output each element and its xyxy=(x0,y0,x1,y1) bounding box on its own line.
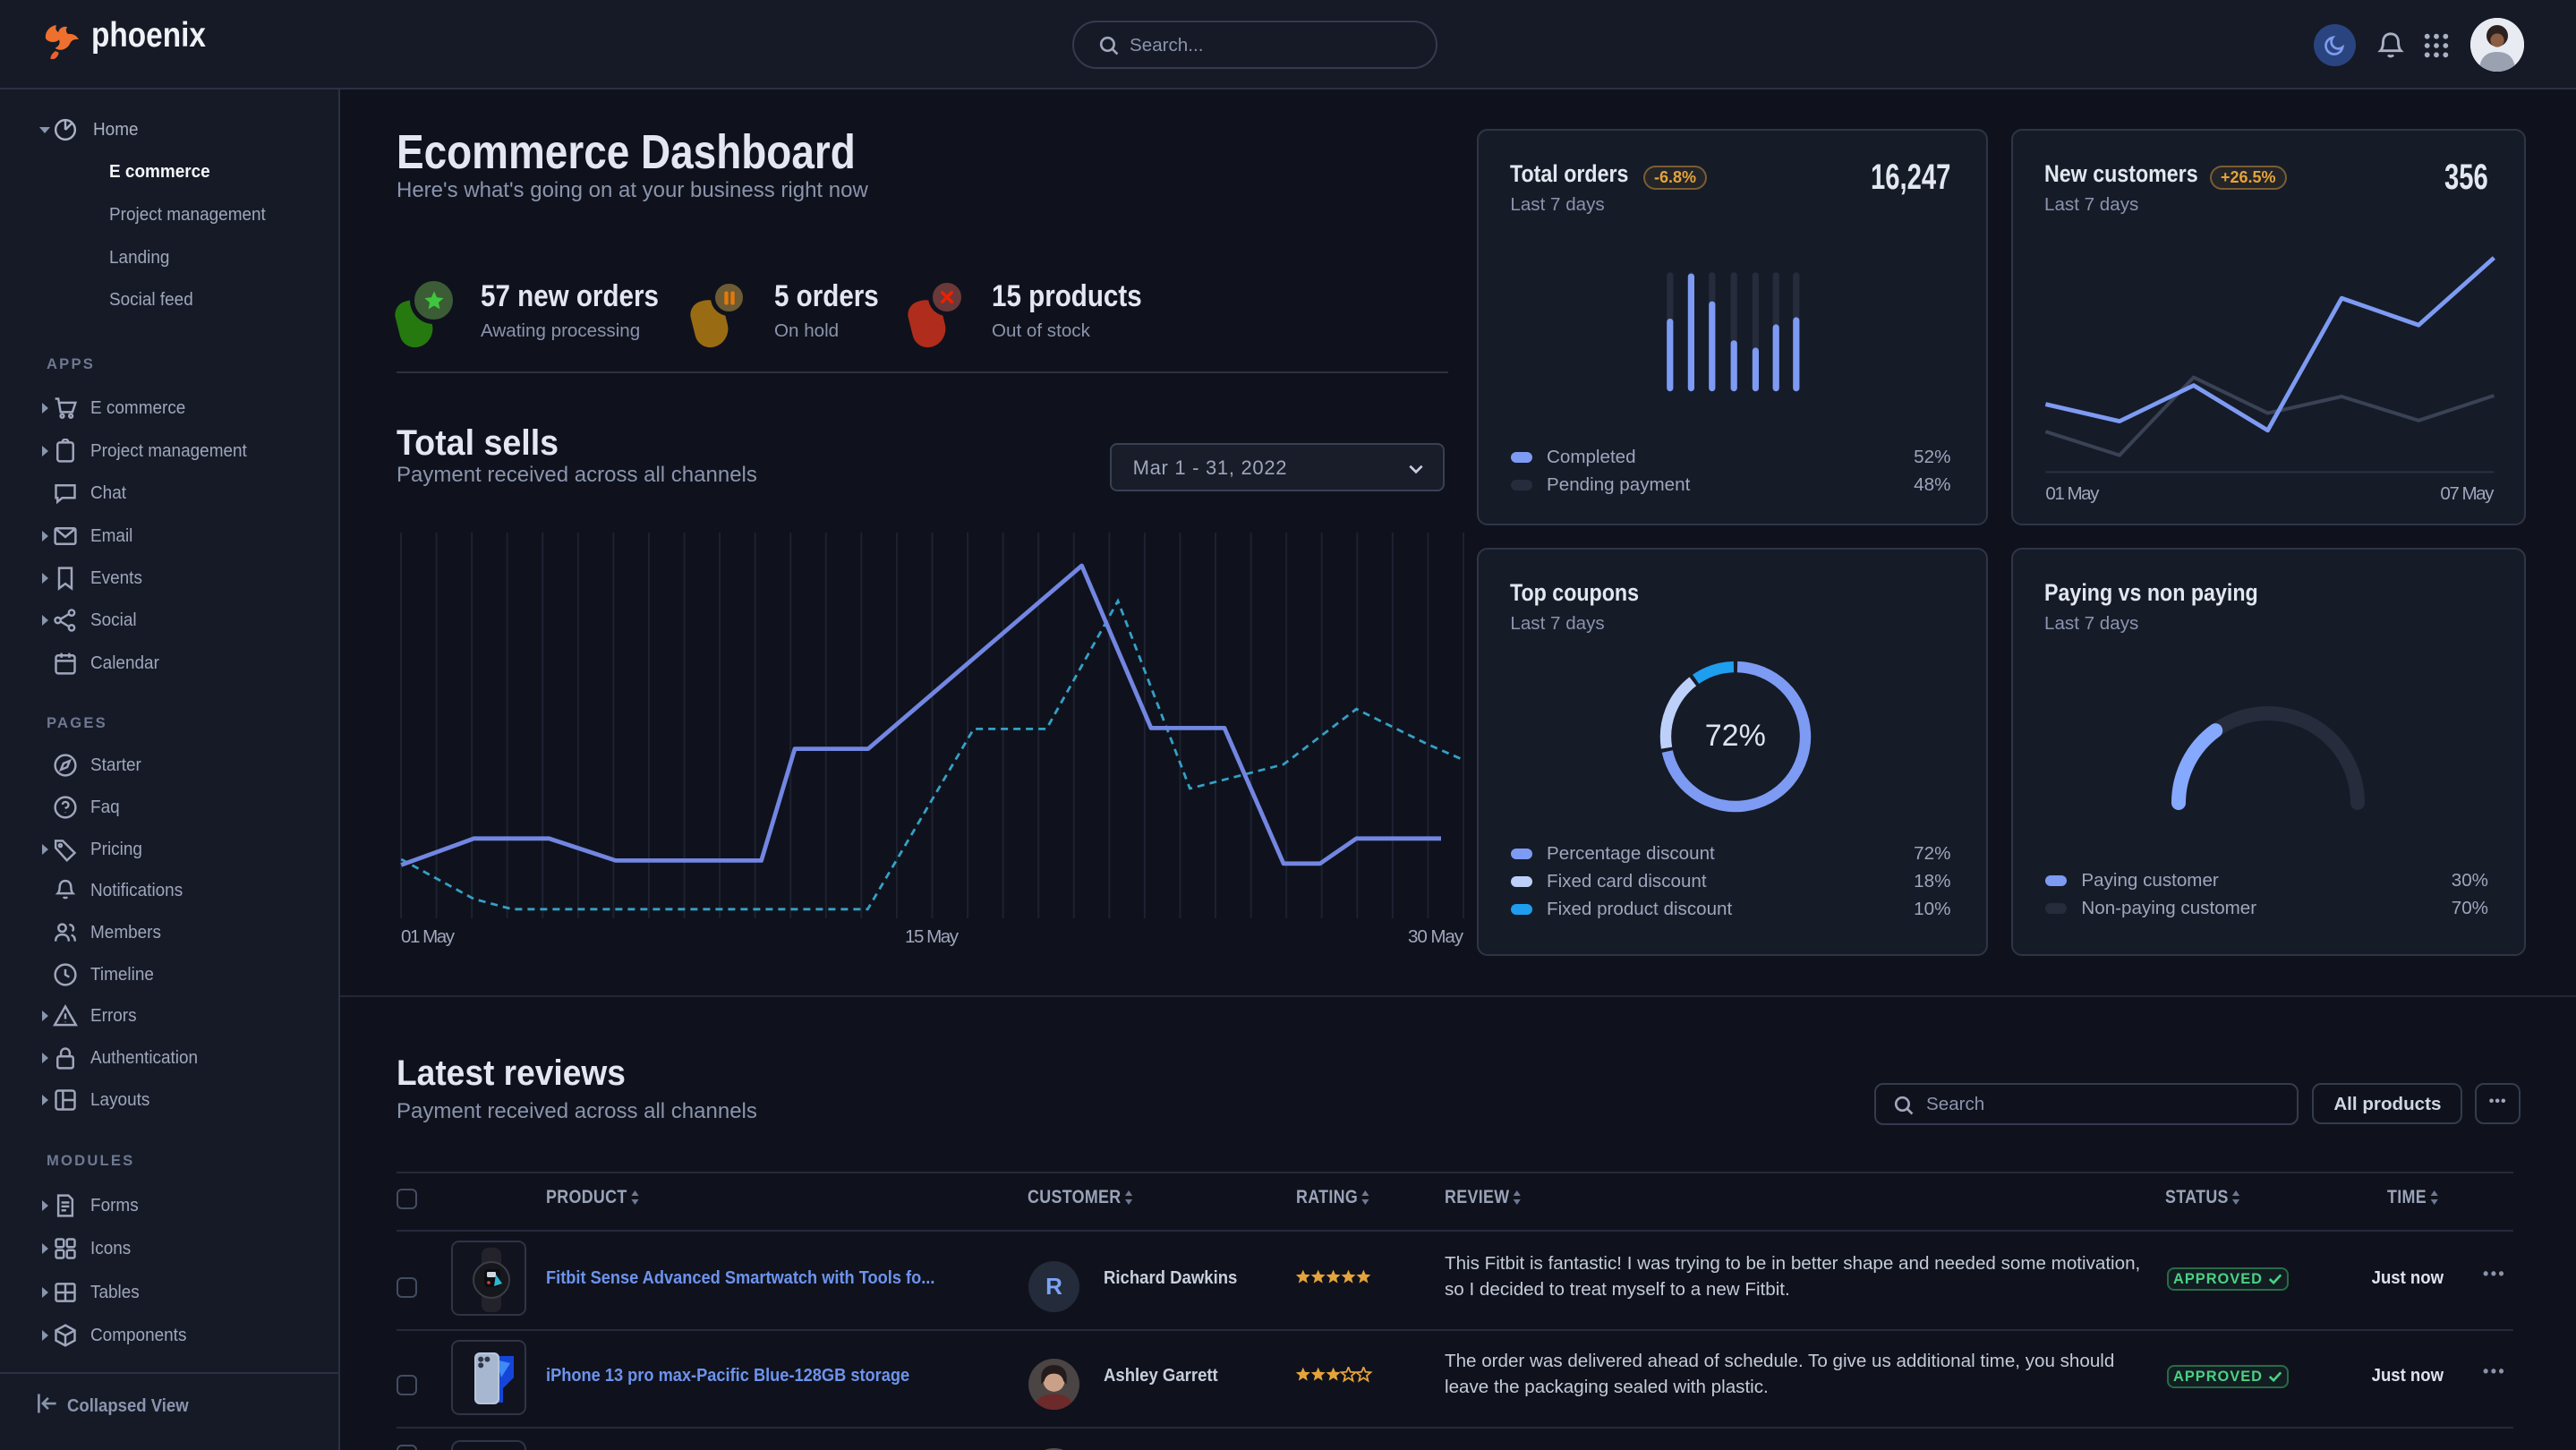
svg-text:07 May: 07 May xyxy=(2441,483,2495,504)
svg-text:01 May: 01 May xyxy=(2046,483,2101,504)
svg-text:30 May: 30 May xyxy=(1408,926,1464,947)
svg-text:01 May: 01 May xyxy=(401,926,456,947)
svg-text:15 May: 15 May xyxy=(905,926,960,947)
